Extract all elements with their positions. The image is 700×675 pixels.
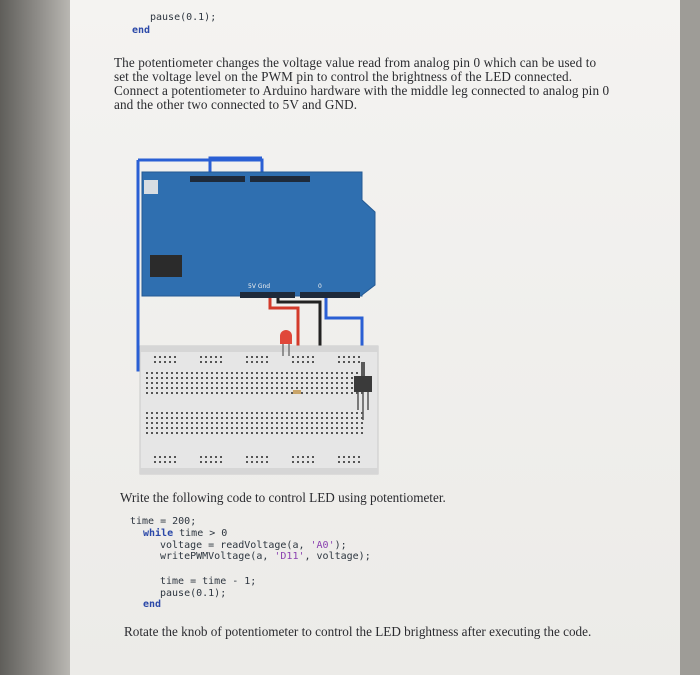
description-paragraph: The potentiometer changes the voltage va…: [114, 55, 610, 112]
analog-label: 0: [318, 283, 322, 290]
digital-header-right: [250, 176, 310, 182]
usb-port: [144, 180, 158, 194]
page-edge-shadow: [0, 0, 70, 675]
code-line-write-pwm: writePWMVoltage(a, 'D11', voltage);: [160, 551, 371, 563]
keyword-while: while: [143, 528, 174, 539]
digital-header-left: [190, 176, 245, 182]
analog-header: [300, 292, 360, 298]
read-voltage-call: voltage = readVoltage(a,: [160, 540, 311, 551]
write-pwm-close: , voltage);: [304, 551, 371, 562]
pin-a0-string: 'A0': [310, 540, 335, 551]
instruction-text: Write the following code to control LED …: [120, 490, 446, 505]
resistor: [293, 390, 301, 394]
code-line-time-decrement: time = time - 1;: [160, 576, 257, 587]
top-code-line-pause: pause(0.1);: [150, 12, 217, 23]
breadboard: [139, 345, 379, 475]
pin-d11-string: 'D11': [274, 551, 305, 562]
barrel-jack: [150, 255, 182, 277]
while-condition: time > 0: [173, 528, 228, 539]
code-line-end: end: [143, 599, 162, 610]
power-header: [240, 292, 295, 298]
write-pwm-call: writePWMVoltage(a,: [160, 551, 275, 562]
code-line-time-init: time = 200;: [130, 516, 197, 527]
read-voltage-close: );: [334, 540, 347, 551]
code-line-read-voltage: voltage = readVoltage(a, 'A0');: [160, 540, 347, 552]
closing-text: Rotate the knob of potentiometer to cont…: [124, 624, 592, 639]
power-label: 5V Gnd: [248, 283, 270, 290]
code-line-pause: pause(0.1);: [160, 588, 227, 599]
arduino-board: 5V Gnd 0: [141, 171, 376, 298]
code-line-while: while time > 0: [143, 528, 227, 540]
circuit-figure: 5V Gnd 0: [130, 150, 390, 480]
top-code-line-end: end: [132, 25, 151, 36]
circuit-diagram: 5V Gnd 0: [136, 156, 379, 475]
